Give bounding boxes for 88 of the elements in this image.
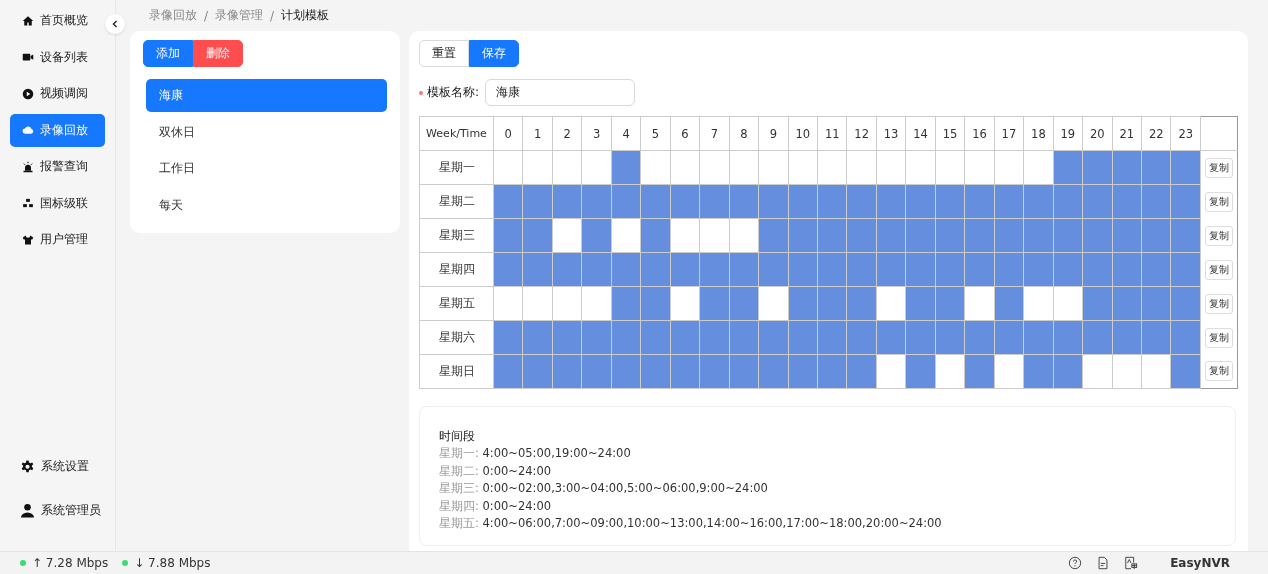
template-item[interactable]: 海康	[146, 79, 387, 112]
chevron-left-icon[interactable]	[110, 19, 120, 29]
table-cell: 星期一	[419, 150, 494, 185]
nav-item[interactable]: 用户管理	[10, 223, 105, 256]
table-header: 15	[935, 116, 965, 151]
day-label: 星期二:	[439, 463, 479, 478]
table-cell: 星期四	[419, 252, 494, 287]
brand-name: EasyNVR	[1170, 556, 1230, 570]
table-header: 6	[670, 116, 700, 151]
summary-title: 时间段	[439, 428, 476, 445]
table-header: 13	[876, 116, 906, 151]
time-ranges: 0:00~24:00	[481, 463, 552, 478]
table-header: 8	[729, 116, 759, 151]
nav-item[interactable]: 报警查询	[10, 150, 105, 183]
shirt-icon	[22, 233, 34, 246]
table-header: 5	[640, 116, 671, 151]
nav-item[interactable]: 录像回放	[10, 113, 105, 147]
table-header: 21	[1112, 116, 1142, 151]
table-header: 7	[699, 116, 730, 151]
day-label: 星期五:	[439, 516, 479, 530]
collapse-button[interactable]	[105, 14, 125, 34]
table-header: 20	[1082, 116, 1112, 151]
table-cell: 星期二	[419, 184, 494, 219]
table-header: 18	[1023, 116, 1054, 151]
day-label: 星期三:	[439, 481, 479, 495]
nav-item[interactable]: 系统设置	[10, 450, 105, 483]
nav-item[interactable]: 视频调阅	[10, 77, 105, 110]
table-header: 4	[611, 116, 641, 151]
table-header: 0	[493, 116, 523, 151]
table-cell: 星期五	[419, 286, 494, 321]
template-item[interactable]: 双休日	[146, 115, 387, 149]
table-header: 10	[788, 116, 818, 151]
table-header: 14	[905, 116, 936, 151]
table-header: 17	[994, 116, 1024, 151]
document-icon[interactable]	[1096, 556, 1111, 570]
copy-button[interactable]: 复制	[1205, 293, 1233, 314]
network-rate: ↑ 7.28 Mbps	[32, 556, 109, 570]
table-header: 16	[964, 116, 995, 151]
breadcrumb-separator: /	[270, 8, 275, 23]
day-label: 星期一:	[439, 446, 479, 460]
day-label: 星期四:	[439, 498, 479, 513]
table-cell: 星期六	[419, 320, 494, 355]
nav-item[interactable]: 设备列表	[10, 40, 105, 74]
copy-button[interactable]: 复制	[1205, 191, 1233, 212]
table-header: 12	[846, 116, 877, 151]
template-item[interactable]: 每天	[146, 188, 387, 222]
home-icon	[22, 14, 34, 27]
nav-item[interactable]: 国标级联	[10, 186, 105, 220]
user-icon	[20, 503, 35, 518]
table-header: 3	[581, 116, 612, 151]
play-icon	[22, 87, 34, 100]
time-ranges: 0:00~02:00,3:00~04:00,5:00~06:00,9:00~24:00	[481, 481, 768, 495]
breadcrumb-separator: /	[204, 8, 209, 23]
settings-icon	[20, 459, 35, 474]
nav-item[interactable]: 系统管理员	[10, 494, 105, 527]
table-header: 19	[1053, 116, 1083, 151]
nav-item[interactable]: 首页概览	[10, 4, 105, 37]
button[interactable]: 添加	[143, 40, 193, 67]
copy-button[interactable]: 复制	[1205, 327, 1233, 348]
help-icon[interactable]	[1068, 556, 1083, 570]
field-label: 模板名称:	[427, 84, 480, 101]
button[interactable]: 保存	[469, 40, 519, 67]
copy-button[interactable]: 复制	[1205, 225, 1233, 246]
copy-button[interactable]: 复制	[1205, 361, 1233, 382]
table-header: 23	[1170, 116, 1201, 151]
table-header: Week/Time	[419, 116, 494, 151]
network-rate: ↓ 7.88 Mbps	[134, 556, 211, 570]
table-header: 1	[522, 116, 553, 151]
table-header: 9	[758, 116, 789, 151]
copy-button[interactable]: 复制	[1205, 259, 1233, 280]
hierarchy-icon	[22, 197, 34, 209]
breadcrumb-link[interactable]: 计划模板	[281, 7, 330, 24]
table-header: 2	[552, 116, 582, 151]
table-cell: 星期三	[419, 218, 494, 253]
time-ranges: 0:00~24:00	[481, 498, 552, 513]
time-ranges: 4:00~05:00,19:00~24:00	[481, 446, 631, 460]
table-cell: 星期日	[419, 354, 494, 389]
cloud-icon	[22, 124, 34, 136]
time-ranges: 4:00~06:00,7:00~09:00,10:00~13:00,14:00~16:00,17:00~18:00,20:00~24:00	[481, 516, 942, 530]
camera-icon	[22, 51, 34, 63]
copy-button[interactable]: 复制	[1205, 157, 1233, 178]
template-item[interactable]: 工作日	[146, 152, 387, 185]
button[interactable]: 重置	[419, 40, 469, 67]
name-field[interactable]: 海康	[485, 79, 636, 106]
table-header: 22	[1141, 116, 1171, 151]
table-header: 11	[817, 116, 847, 151]
image-text-icon[interactable]	[1124, 556, 1139, 570]
alarm-icon	[22, 160, 34, 173]
